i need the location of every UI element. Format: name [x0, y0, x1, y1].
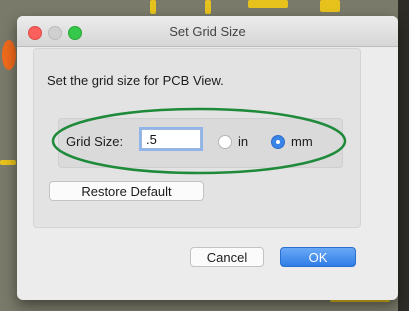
pcb-trace [248, 0, 288, 8]
unit-radio-in[interactable] [218, 135, 232, 149]
pcb-pad [2, 40, 16, 70]
grid-size-input[interactable] [139, 127, 203, 151]
title-bar: Set Grid Size [17, 16, 398, 47]
restore-default-button[interactable]: Restore Default [49, 181, 204, 201]
cancel-button[interactable]: Cancel [190, 247, 264, 267]
pcb-trace [320, 0, 340, 12]
grid-size-label: Grid Size: [66, 134, 124, 149]
unit-label-in[interactable]: in [238, 134, 248, 149]
unit-radio-mm[interactable] [271, 135, 285, 149]
unit-label-mm[interactable]: mm [291, 134, 313, 149]
ok-button[interactable]: OK [280, 247, 356, 267]
window-edge [398, 0, 409, 311]
pcb-trace [205, 0, 211, 14]
grid-size-prompt: Set the grid size for PCB View. [47, 73, 224, 88]
pcb-trace [150, 0, 156, 14]
pcb-trace [0, 160, 16, 165]
window-title: Set Grid Size [169, 24, 246, 39]
